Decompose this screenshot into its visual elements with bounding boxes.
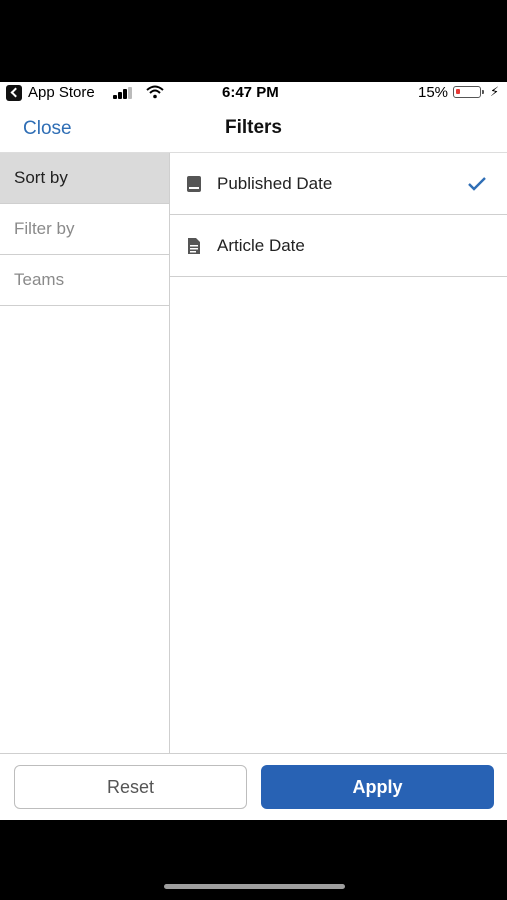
status-bar: App Store 6:47 PM 15% ⚡	[0, 82, 507, 104]
option-published-date[interactable]: Published Date	[170, 153, 507, 215]
home-indicator[interactable]	[164, 884, 345, 889]
checkmark-icon	[468, 176, 486, 191]
reset-button[interactable]: Reset	[14, 765, 247, 809]
document-icon	[188, 237, 200, 254]
charging-bolt-icon: ⚡	[490, 84, 500, 99]
page-title: Filters	[224, 117, 283, 138]
close-button[interactable]: Close	[23, 118, 72, 140]
footer: Reset Apply	[0, 753, 507, 820]
wifi-icon	[146, 85, 164, 99]
option-article-date[interactable]: Article Date	[170, 215, 507, 277]
back-arrow-icon[interactable]	[6, 85, 22, 101]
sidebar-item-sort-by[interactable]: Sort by	[0, 153, 169, 204]
signal-icon	[113, 87, 135, 99]
sidebar: Sort by Filter by Teams	[0, 153, 170, 753]
carrier-label[interactable]: App Store	[28, 84, 95, 101]
sidebar-item-teams[interactable]: Teams	[0, 255, 169, 306]
battery-percent: 15%	[418, 84, 449, 101]
sort-options: Published Date Article Date	[170, 153, 507, 277]
book-icon	[187, 175, 201, 192]
filters-screen: App Store 6:47 PM 15% ⚡ Filters Close So…	[0, 82, 507, 820]
option-label: Article Date	[217, 235, 305, 255]
sidebar-item-filter-by[interactable]: Filter by	[0, 204, 169, 255]
apply-button[interactable]: Apply	[261, 765, 494, 809]
clock: 6:47 PM	[222, 84, 279, 101]
battery-icon	[453, 86, 484, 98]
option-label: Published Date	[217, 173, 333, 193]
header: Filters Close	[0, 104, 507, 153]
